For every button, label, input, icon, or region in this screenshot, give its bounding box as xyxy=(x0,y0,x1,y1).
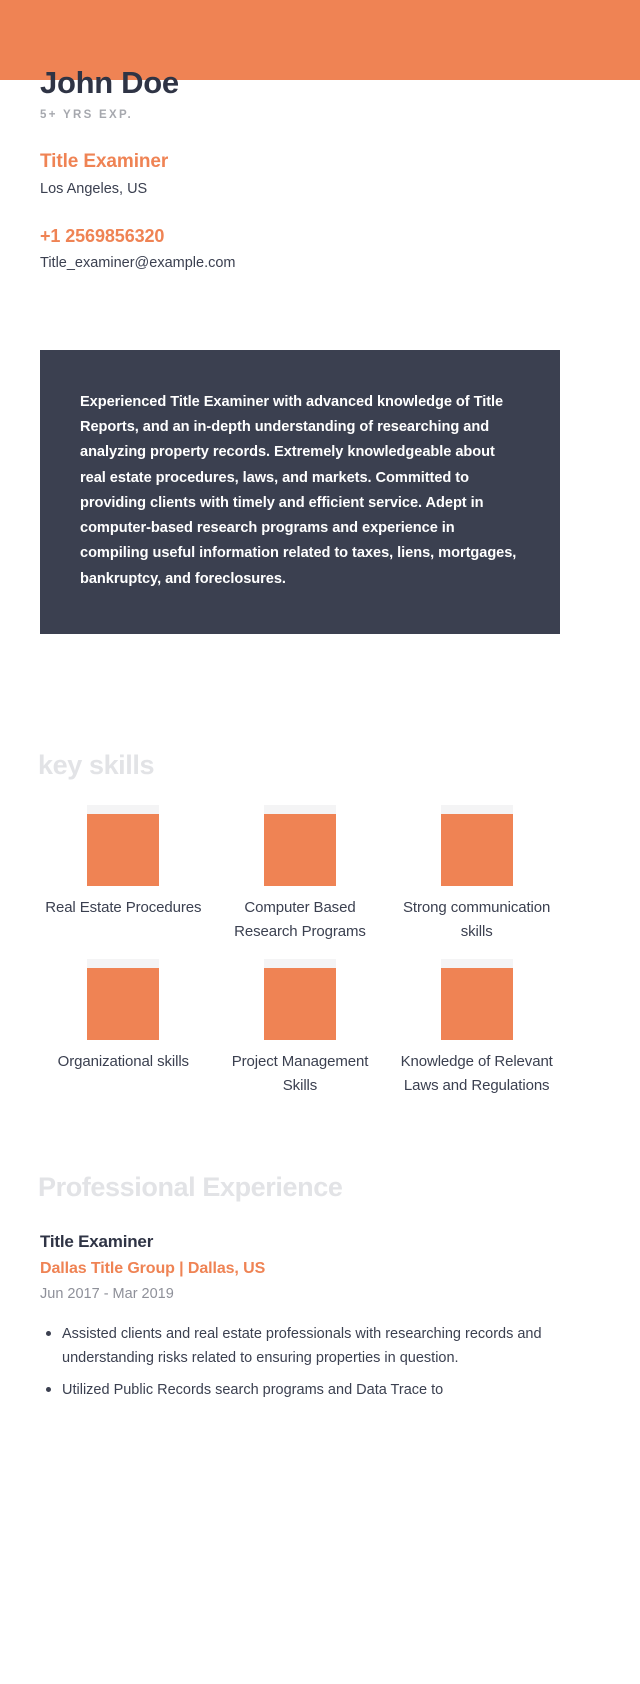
skill-item: Knowledge of Relevant Laws and Regulatio… xyxy=(393,958,560,1099)
professional-summary-text: Experienced Title Examiner with advanced… xyxy=(80,394,517,587)
experience-bullet: Assisted clients and real estate profess… xyxy=(40,1322,560,1371)
experience-bullet-list: Assisted clients and real estate profess… xyxy=(40,1322,560,1402)
skill-item: Project Management Skills xyxy=(217,958,384,1099)
skill-swatch-fill xyxy=(440,814,513,886)
resume-header: John Doe 5+ YRS EXP. Title Examiner Los … xyxy=(40,65,600,271)
skill-swatch xyxy=(87,958,160,1040)
skill-item: Real Estate Procedures xyxy=(40,805,207,945)
skill-swatch-cap xyxy=(87,805,160,814)
experience-company: Dallas Title Group | Dallas, US xyxy=(40,1260,266,1277)
key-skills-heading: key skills xyxy=(38,750,155,780)
skill-swatch xyxy=(440,958,513,1040)
experience-entry: Title Examiner Dallas Title Group | Dall… xyxy=(40,1232,560,1409)
candidate-name: John Doe xyxy=(40,65,179,100)
skill-label: Strong communication skills xyxy=(403,899,551,941)
skill-swatch-cap xyxy=(440,805,513,814)
professional-summary-box: Experienced Title Examiner with advanced… xyxy=(40,350,560,634)
skill-item: Organizational skills xyxy=(40,958,207,1099)
experience-bullet: Utilized Public Records search programs … xyxy=(40,1378,560,1402)
skill-swatch-cap xyxy=(263,958,336,968)
skill-swatch xyxy=(440,805,513,886)
skill-swatch-fill xyxy=(87,967,160,1040)
skill-swatch-fill xyxy=(263,814,336,886)
skill-label: Knowledge of Relevant Laws and Regulatio… xyxy=(400,1052,553,1094)
contact-phone[interactable]: +1 2569856320 xyxy=(40,226,600,247)
experience-job-title: Title Examiner xyxy=(40,1232,154,1251)
key-skills-grid: Real Estate Procedures Computer Based Res… xyxy=(40,805,560,1098)
skill-label: Project Management Skills xyxy=(231,1052,369,1094)
skill-swatch xyxy=(87,805,160,886)
skill-label: Real Estate Procedures xyxy=(45,899,202,916)
experience-dates: Jun 2017 - Mar 2019 xyxy=(40,1286,174,1302)
skill-item: Strong communication skills xyxy=(393,805,560,945)
skill-swatch-fill xyxy=(263,967,336,1040)
skill-swatch xyxy=(263,958,336,1040)
skill-swatch-cap xyxy=(263,805,336,814)
skill-swatch xyxy=(263,805,336,886)
skill-swatch-fill xyxy=(87,814,160,886)
skill-label: Computer Based Research Programs xyxy=(234,899,366,941)
skill-swatch-fill xyxy=(440,967,513,1040)
skill-label: Organizational skills xyxy=(57,1052,189,1070)
candidate-location: Los Angeles, US xyxy=(40,181,148,198)
skill-swatch-cap xyxy=(440,958,513,968)
skill-swatch-cap xyxy=(87,958,160,968)
job-role-title: Title Examiner xyxy=(40,151,169,173)
professional-experience-heading: Professional Experience xyxy=(38,1172,343,1202)
resume-page: John Doe 5+ YRS EXP. Title Examiner Los … xyxy=(0,0,640,1684)
experience-badge: 5+ YRS EXP. xyxy=(40,109,133,122)
contact-email[interactable]: Title_examiner@example.com xyxy=(40,255,600,271)
skill-item: Computer Based Research Programs xyxy=(217,805,384,945)
